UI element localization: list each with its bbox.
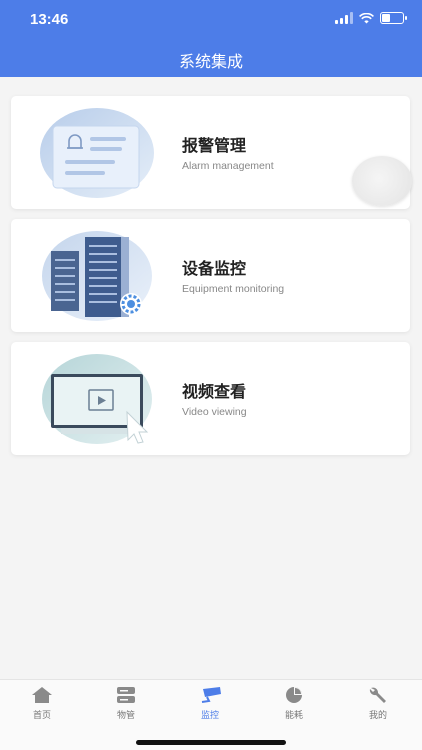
app-header: 13:46 系统集成 bbox=[0, 0, 422, 77]
floating-assistive-button[interactable] bbox=[352, 156, 412, 206]
card-title: 视频查看 bbox=[182, 382, 247, 401]
status-time: 13:46 bbox=[30, 11, 69, 28]
pie-chart-icon bbox=[286, 687, 302, 703]
alarm-panel-illustration bbox=[40, 108, 154, 198]
tab-label: 我的 bbox=[368, 711, 387, 721]
tab-monitoring[interactable]: 监控 bbox=[168, 680, 252, 730]
home-icon bbox=[32, 687, 52, 703]
server-icon bbox=[117, 687, 135, 703]
card-title: 设备监控 bbox=[182, 259, 247, 278]
home-indicator[interactable] bbox=[136, 740, 286, 745]
card-equipment-monitoring[interactable]: 设备监控 Equipment monitoring bbox=[11, 219, 410, 332]
card-alarm-management[interactable]: 报警管理 Alarm management bbox=[11, 96, 410, 209]
status-bar: 13:46 bbox=[0, 0, 422, 40]
tab-mine[interactable]: 我的 bbox=[336, 680, 420, 730]
camera-icon bbox=[201, 687, 221, 703]
card-video-viewing[interactable]: 视频查看 Video viewing bbox=[11, 342, 410, 455]
wifi-icon bbox=[359, 12, 374, 23]
server-rack-illustration bbox=[42, 231, 152, 321]
page-title: 系统集成 bbox=[178, 52, 243, 71]
video-monitor-illustration bbox=[42, 354, 152, 444]
card-subtitle: Alarm management bbox=[182, 160, 274, 172]
tab-home[interactable]: 首页 bbox=[0, 680, 84, 730]
cellular-signal-icon bbox=[335, 12, 353, 24]
tab-label: 首页 bbox=[32, 711, 51, 721]
tab-label: 能耗 bbox=[284, 711, 303, 721]
tab-property[interactable]: 物管 bbox=[84, 680, 168, 730]
card-subtitle: Equipment monitoring bbox=[182, 283, 285, 295]
tab-label: 物管 bbox=[116, 711, 135, 721]
card-title: 报警管理 bbox=[182, 136, 247, 155]
wrench-icon bbox=[369, 687, 386, 703]
status-icons bbox=[335, 12, 407, 24]
card-subtitle: Video viewing bbox=[182, 406, 247, 418]
battery-icon bbox=[380, 12, 407, 24]
tab-label: 监控 bbox=[200, 711, 219, 721]
tab-energy[interactable]: 能耗 bbox=[252, 680, 336, 730]
